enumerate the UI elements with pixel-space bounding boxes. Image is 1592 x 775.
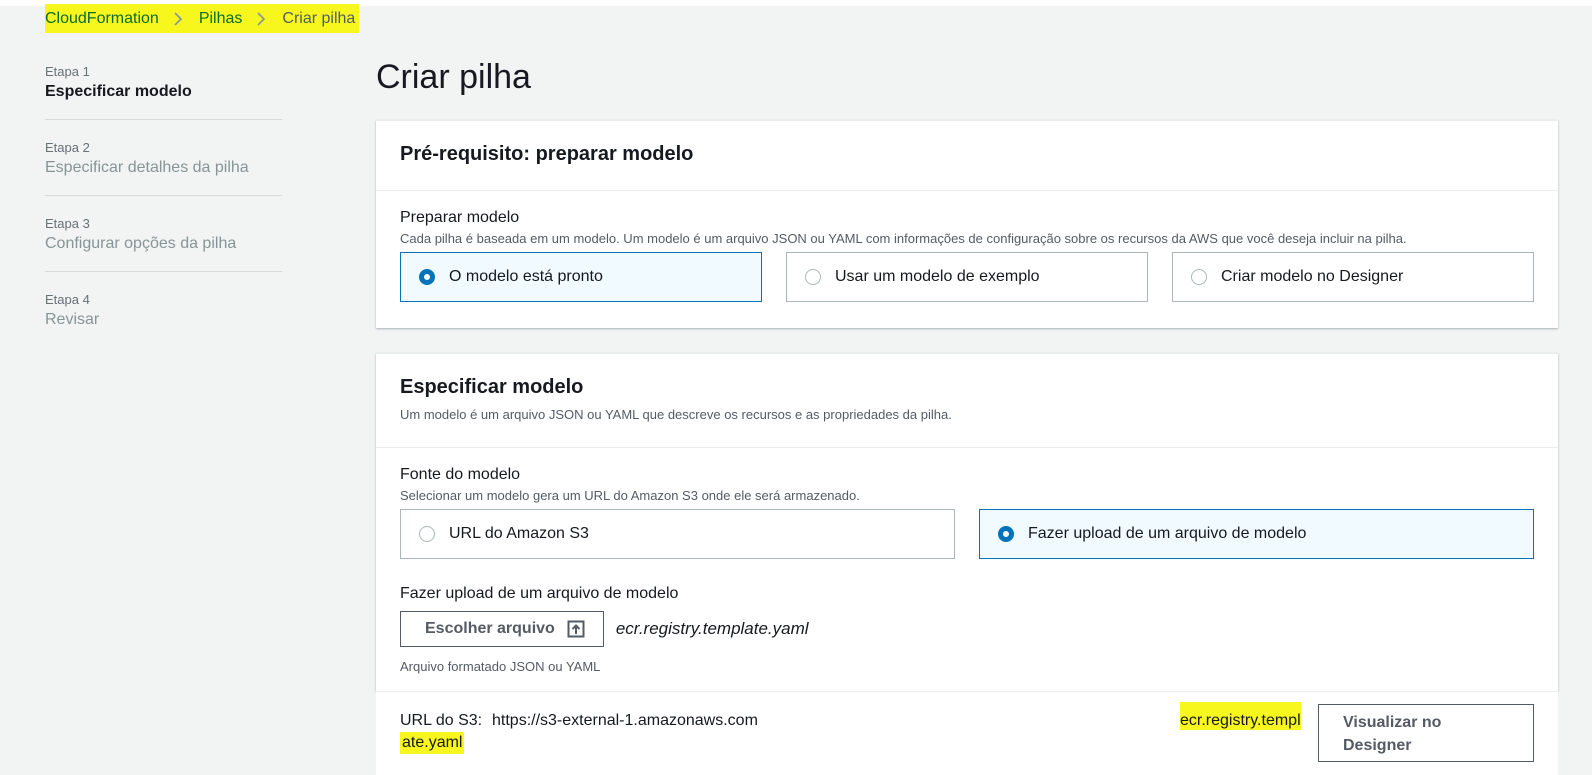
upload-label: Fazer upload de um arquivo de modelo <box>400 585 679 602</box>
breadcrumb-pilhas[interactable]: Pilhas <box>199 10 243 28</box>
breadcrumb: CloudFormation Pilhas Criar pilha <box>45 4 360 33</box>
option-designer[interactable]: Criar modelo no Designer <box>1172 252 1534 302</box>
radio-icon[interactable] <box>1191 269 1207 285</box>
step-number: Etapa 1 <box>45 64 90 79</box>
prepare-template-options: O modelo está pronto Usar um modelo de e… <box>400 252 1534 302</box>
specify-template-header: Especificar modelo Um modelo é um arquiv… <box>376 354 1558 448</box>
prerequisite-card-body: Preparar modelo Cada pilha é baseada em … <box>376 191 1558 324</box>
s3-url-label: URL do S3: <box>400 712 483 729</box>
step-1[interactable]: Etapa 1 Especificar modelo <box>45 62 282 120</box>
view-in-designer-button[interactable]: Visualizar no Designer <box>1318 704 1534 762</box>
option-label: Criar modelo no Designer <box>1221 268 1404 285</box>
step-name: Configurar opções da pilha <box>45 235 237 252</box>
prepare-template-label: Preparar modelo <box>400 209 520 226</box>
choose-file-button[interactable]: Escolher arquivo <box>400 611 604 647</box>
prerequisite-title: Pré-requisito: preparar modelo <box>400 143 694 165</box>
template-source-label: Fonte do modelo <box>400 466 521 483</box>
template-source-options: URL do Amazon S3 Fazer upload de um arqu… <box>400 509 1534 559</box>
page-title: Criar pilha <box>376 58 531 96</box>
prerequisite-card: Pré-requisito: preparar modelo Preparar … <box>376 120 1558 328</box>
wizard-steps: Etapa 1 Especificar modelo Etapa 2 Espec… <box>45 62 282 365</box>
breadcrumb-cloudformation[interactable]: CloudFormation <box>45 10 159 28</box>
step-number: Etapa 4 <box>45 292 90 307</box>
prepare-template-description: Cada pilha é baseada em um modelo. Um mo… <box>400 231 1407 246</box>
breadcrumb-current: Criar pilha <box>282 9 356 27</box>
s3-url-value: https://s3-external-1.amazonaws.com <box>492 712 758 729</box>
radio-icon[interactable] <box>805 269 821 285</box>
specify-template-description: Um modelo é um arquivo JSON ou YAML que … <box>400 407 952 422</box>
selected-filename: ecr.registry.template.yaml <box>615 619 809 638</box>
step-3: Etapa 3 Configurar opções da pilha <box>45 214 282 272</box>
specify-template-title: Especificar modelo <box>400 376 584 398</box>
step-2: Etapa 2 Especificar detalhes da pilha <box>45 138 282 196</box>
s3-url-row: URL do S3: https://s3-external-1.amazona… <box>376 691 1558 775</box>
step-number: Etapa 3 <box>45 216 90 231</box>
radio-icon[interactable] <box>419 526 435 542</box>
s3-url-end-line2: ate.yaml <box>400 732 465 754</box>
step-4: Etapa 4 Revisar <box>45 290 282 347</box>
option-label: O modelo está pronto <box>449 268 603 285</box>
option-label: Fazer upload de um arquivo de modelo <box>1028 525 1307 542</box>
prerequisite-card-header: Pré-requisito: preparar modelo <box>376 121 1558 191</box>
option-s3-url[interactable]: URL do Amazon S3 <box>400 509 955 559</box>
step-name: Especificar detalhes da pilha <box>45 159 249 176</box>
specify-template-card: Especificar modelo Um modelo é um arquiv… <box>376 353 1558 691</box>
option-upload-file[interactable]: Fazer upload de um arquivo de modelo <box>979 509 1534 559</box>
radio-selected-icon[interactable] <box>419 269 435 285</box>
radio-selected-icon[interactable] <box>998 526 1014 542</box>
chevron-right-icon <box>254 11 270 27</box>
chevron-right-icon <box>171 11 187 27</box>
step-name: Revisar <box>45 311 100 328</box>
choose-file-label: Escolher arquivo <box>425 620 555 637</box>
option-sample-template[interactable]: Usar um modelo de exemplo <box>786 252 1148 302</box>
step-name: Especificar modelo <box>45 83 192 100</box>
option-label: Usar um modelo de exemplo <box>835 268 1040 285</box>
template-source-description: Selecionar um modelo gera um URL do Amaz… <box>400 488 860 503</box>
s3-url-end-line1: ecr.registry.templ <box>1180 702 1301 730</box>
specify-template-body: Fonte do modelo Selecionar um modelo ger… <box>376 448 1558 696</box>
option-template-ready[interactable]: O modelo está pronto <box>400 252 762 302</box>
option-label: URL do Amazon S3 <box>449 525 589 542</box>
file-format-hint: Arquivo formatado JSON ou YAML <box>400 659 601 674</box>
upload-icon <box>567 620 585 638</box>
upload-row: Escolher arquivo ecr.registry.template.y… <box>400 611 1534 647</box>
step-number: Etapa 2 <box>45 140 90 155</box>
